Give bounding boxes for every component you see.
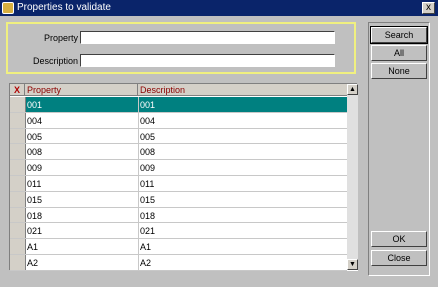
- description-label: Description: [32, 56, 78, 66]
- title-bar: Properties to validate x: [0, 0, 438, 16]
- filter-panel: Property Description: [6, 22, 356, 74]
- description-cell: 011: [140, 178, 155, 189]
- table-row[interactable]: 018 018: [10, 207, 347, 224]
- property-cell: 011: [27, 178, 42, 189]
- property-column-header[interactable]: Property: [26, 84, 138, 96]
- property-cell: 008: [27, 147, 43, 158]
- description-cell: 018: [140, 210, 156, 221]
- description-cell: 015: [140, 194, 156, 205]
- description-cell: 009: [140, 163, 156, 174]
- close-window-button[interactable]: x: [422, 2, 435, 14]
- row-select-cell[interactable]: [10, 128, 26, 144]
- properties-grid: X Property Description 001 001 004 004 005 00…: [9, 83, 358, 271]
- property-label: Property: [43, 33, 78, 43]
- dialog-body: Property Description X Property Descript…: [0, 16, 438, 287]
- property-cell: 004: [27, 115, 43, 126]
- table-row[interactable]: 005 005: [10, 128, 347, 145]
- scroll-down-arrow-icon[interactable]: ▼: [347, 259, 358, 270]
- table-row[interactable]: A2 A2: [10, 254, 347, 271]
- property-cell: 015: [27, 194, 43, 205]
- table-row[interactable]: 011 011: [10, 175, 347, 192]
- grid-rows: 001 001 004 004 005 005 008 008 009 009 011 011 015 0…: [10, 97, 347, 271]
- select-column-header[interactable]: X: [10, 84, 25, 96]
- table-row[interactable]: 008 008: [10, 144, 347, 161]
- row-select-cell[interactable]: [10, 175, 26, 191]
- button-panel: Search All None OK Close: [368, 22, 430, 276]
- description-cell: 005: [140, 131, 156, 142]
- description-cell: 021: [140, 226, 156, 237]
- close-button[interactable]: Close: [371, 250, 427, 266]
- description-cell: A2: [140, 257, 152, 268]
- property-cell: 021: [27, 226, 43, 237]
- property-input[interactable]: [80, 31, 335, 44]
- row-select-cell[interactable]: [10, 144, 26, 160]
- description-input[interactable]: [80, 54, 335, 67]
- property-cell: 001: [27, 100, 43, 110]
- property-cell: A1: [27, 242, 39, 253]
- window-title: Properties to validate: [17, 2, 111, 13]
- row-select-cell[interactable]: [10, 207, 26, 223]
- table-row[interactable]: 001 001: [10, 97, 347, 113]
- property-cell: 018: [27, 210, 43, 221]
- row-select-cell[interactable]: [10, 239, 26, 254]
- property-cell: 009: [27, 163, 43, 174]
- row-select-cell[interactable]: [10, 160, 26, 175]
- row-select-cell[interactable]: [10, 223, 26, 239]
- ok-button[interactable]: OK: [371, 231, 427, 247]
- table-row[interactable]: 021 021: [10, 223, 347, 240]
- description-cell: A1: [140, 242, 152, 253]
- select-all-button[interactable]: All: [371, 45, 427, 61]
- description-cell: 001: [140, 100, 156, 110]
- description-cell: 008: [140, 147, 156, 158]
- app-icon: [2, 2, 14, 14]
- scroll-up-arrow-icon[interactable]: ▲: [347, 84, 358, 95]
- description-column-header[interactable]: Description: [139, 84, 347, 96]
- table-row[interactable]: A1 A1: [10, 239, 347, 255]
- table-row[interactable]: 004 004: [10, 112, 347, 129]
- search-button[interactable]: Search: [370, 26, 428, 44]
- grid-header: X Property Description: [10, 84, 347, 96]
- property-cell: A2: [27, 257, 39, 268]
- property-cell: 005: [27, 131, 43, 142]
- table-row[interactable]: 015 015: [10, 191, 347, 208]
- row-select-cell[interactable]: [10, 97, 26, 112]
- select-none-button[interactable]: None: [371, 63, 427, 79]
- table-row[interactable]: 009 009: [10, 160, 347, 176]
- row-select-cell[interactable]: [10, 191, 26, 207]
- vertical-scrollbar[interactable]: ▲ ▼: [347, 84, 358, 270]
- row-select-cell[interactable]: [10, 254, 26, 270]
- row-select-cell[interactable]: [10, 112, 26, 128]
- description-cell: 004: [140, 115, 156, 126]
